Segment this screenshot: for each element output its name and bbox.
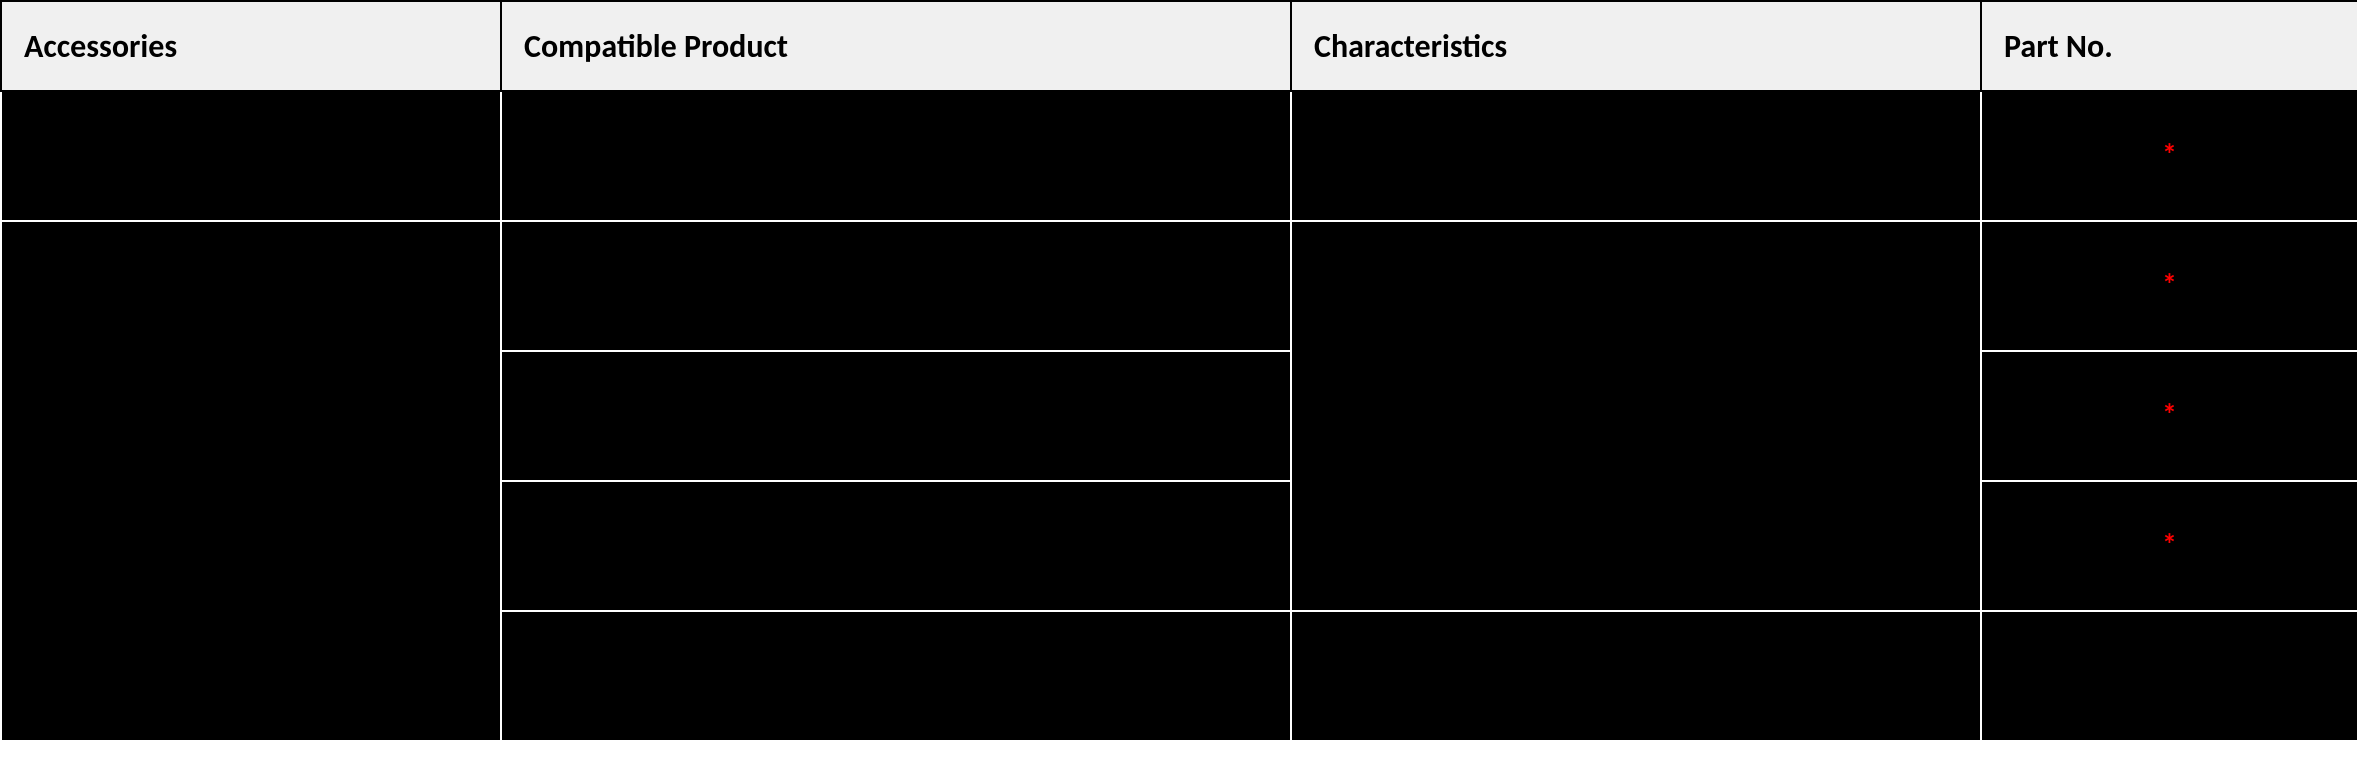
- accessories-table: Accessories Compatible Product Character…: [0, 0, 2357, 742]
- asterisk-icon: *: [2162, 531, 2177, 561]
- header-accessories: Accessories: [1, 1, 501, 91]
- table-row: *: [1, 221, 2357, 351]
- cell-text: *: [1982, 482, 2357, 610]
- cell-part-no: *: [1981, 91, 2357, 221]
- cell-compatible-product: [501, 91, 1291, 221]
- cell-text: [1982, 612, 2357, 740]
- cell-part-no: *: [1981, 481, 2357, 611]
- cell-compatible-product: [501, 611, 1291, 741]
- page-wrapper: Accessories Compatible Product Character…: [0, 0, 2357, 762]
- cell-text: [502, 482, 1290, 610]
- table-row: *: [1, 91, 2357, 221]
- header-compatible-product: Compatible Product: [501, 1, 1291, 91]
- cell-text: *: [1982, 352, 2357, 480]
- cell-compatible-product: [501, 481, 1291, 611]
- table-header-row: Accessories Compatible Product Character…: [1, 1, 2357, 91]
- cell-text: [502, 352, 1290, 480]
- cell-text: [502, 92, 1290, 220]
- cell-text: [1292, 222, 1980, 610]
- cell-text: [502, 222, 1290, 350]
- cell-text: *: [1982, 92, 2357, 220]
- cell-part-no: [1981, 611, 2357, 741]
- asterisk-icon: *: [2162, 401, 2177, 431]
- cell-text: [2, 92, 500, 220]
- header-characteristics: Characteristics: [1291, 1, 1981, 91]
- cell-text: [1292, 612, 1980, 740]
- asterisk-icon: *: [2162, 141, 2177, 171]
- header-part-no: Part No.: [1981, 1, 2357, 91]
- cell-characteristics: [1291, 611, 1981, 741]
- cell-accessories: [1, 91, 501, 221]
- cell-characteristics: [1291, 221, 1981, 611]
- cell-compatible-product: [501, 351, 1291, 481]
- asterisk-icon: *: [2162, 271, 2177, 301]
- cell-text: *: [1982, 222, 2357, 350]
- cell-text: [502, 612, 1290, 740]
- cell-part-no: *: [1981, 351, 2357, 481]
- cell-text: [1292, 92, 1980, 220]
- cell-accessories: [1, 221, 501, 741]
- cell-compatible-product: [501, 221, 1291, 351]
- cell-characteristics: [1291, 91, 1981, 221]
- cell-part-no: *: [1981, 221, 2357, 351]
- cell-text: [2, 222, 500, 740]
